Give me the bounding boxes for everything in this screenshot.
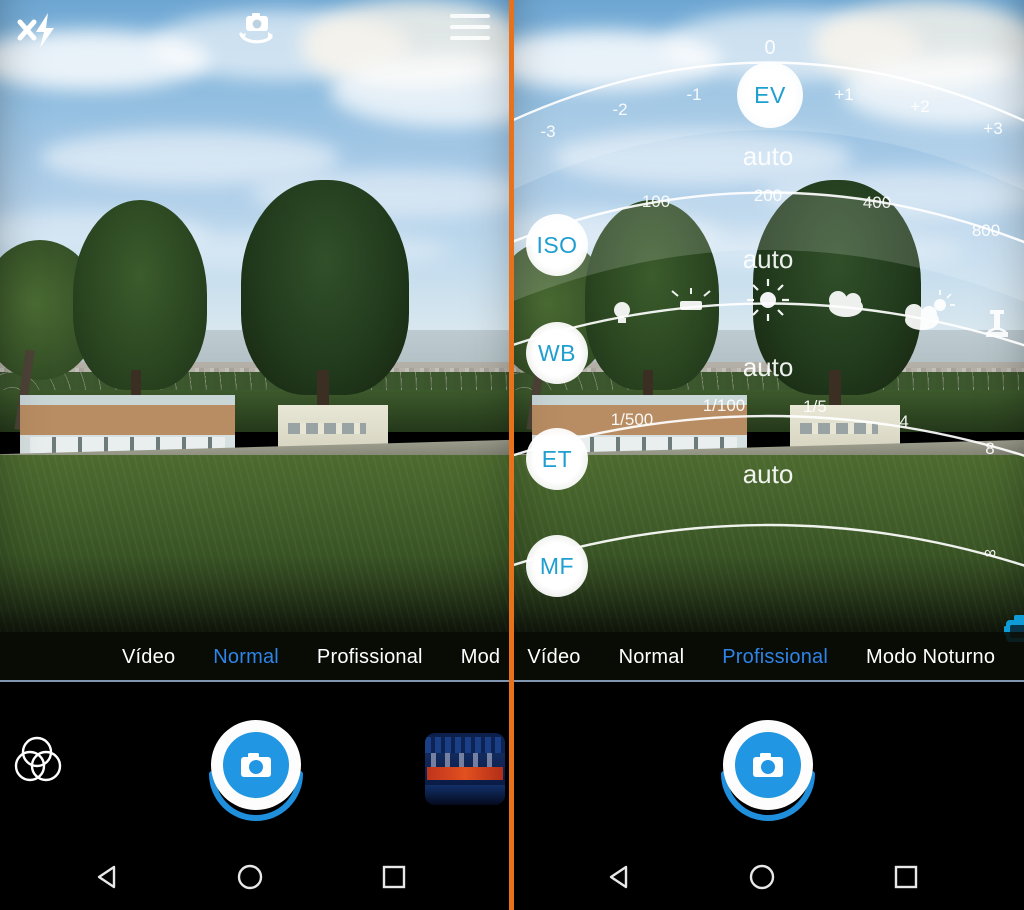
phone-panel-left: Vídeo Normal Profissional Mod [0, 0, 512, 910]
nav-recents-icon[interactable] [378, 862, 410, 897]
camera-switch-icon[interactable] [232, 8, 280, 52]
lawn [512, 455, 1024, 632]
ev-knob-label: EV [754, 81, 786, 108]
mode-tab-video[interactable]: Vídeo [527, 646, 580, 669]
mode-tab-profissional[interactable]: Profissional [722, 646, 828, 669]
android-navbar-right [512, 844, 1024, 910]
phone-panel-right: 0 -1 -2 -3 +1 +2 +3 auto 100 200 400 800… [512, 0, 1024, 910]
wb-knob[interactable]: WB [526, 322, 588, 384]
screenshot-root: Vídeo Normal Profissional Mod 0 -1 -2 -3… [0, 0, 1024, 910]
mode-tab-normal[interactable]: Normal [213, 646, 279, 669]
mode-tab-video[interactable]: Vídeo [122, 646, 175, 669]
mode-tab-normal[interactable]: Normal [619, 646, 685, 669]
nav-home-icon[interactable] [746, 862, 778, 897]
et-knob-label: ET [541, 445, 573, 472]
filters-icon[interactable] [12, 730, 78, 796]
nav-recents-icon[interactable] [890, 862, 922, 897]
mode-tab-bar-left: Vídeo Normal Profissional Mod [0, 632, 512, 682]
wb-knob-label: WB [537, 339, 577, 366]
araucaria-tree-right [747, 180, 927, 430]
gallery-thumbnail[interactable] [425, 733, 505, 805]
lawn [0, 455, 512, 632]
et-knob[interactable]: ET [526, 428, 588, 490]
nav-back-icon[interactable] [604, 862, 636, 897]
mode-tab-modo-noturno[interactable]: Modo Noturno [866, 646, 995, 669]
mode-tab-profissional[interactable]: Profissional [317, 646, 423, 669]
panel-divider [509, 0, 514, 910]
nav-home-icon[interactable] [234, 862, 266, 897]
shutter-button[interactable] [712, 712, 824, 824]
iso-knob[interactable]: ISO [526, 214, 588, 276]
mode-tab-bar-right: d Vídeo Normal Profissional Modo Noturno [512, 632, 1024, 682]
android-navbar-left [0, 844, 512, 910]
flash-off-icon[interactable] [14, 8, 64, 52]
mode-tabs-right: d Vídeo Normal Profissional Modo Noturno [512, 632, 1024, 682]
ev-knob[interactable]: EV [737, 62, 803, 128]
iso-knob-label: ISO [536, 231, 578, 258]
mode-bar-separator [512, 680, 1024, 682]
menu-icon[interactable] [450, 14, 490, 42]
mode-tabs-left: Vídeo Normal Profissional Mod [122, 632, 512, 682]
mf-knob[interactable]: MF [526, 535, 588, 597]
camera-topbar-left [0, 0, 512, 62]
shutter-button[interactable] [200, 712, 312, 824]
mode-bar-separator [0, 680, 512, 682]
mode-tab-modo-noturno[interactable]: Mod [461, 646, 501, 669]
nav-back-icon[interactable] [92, 862, 124, 897]
mf-knob-label: MF [539, 552, 575, 579]
camera-preview-left[interactable] [0, 0, 512, 632]
araucaria-tree-right [235, 180, 415, 430]
